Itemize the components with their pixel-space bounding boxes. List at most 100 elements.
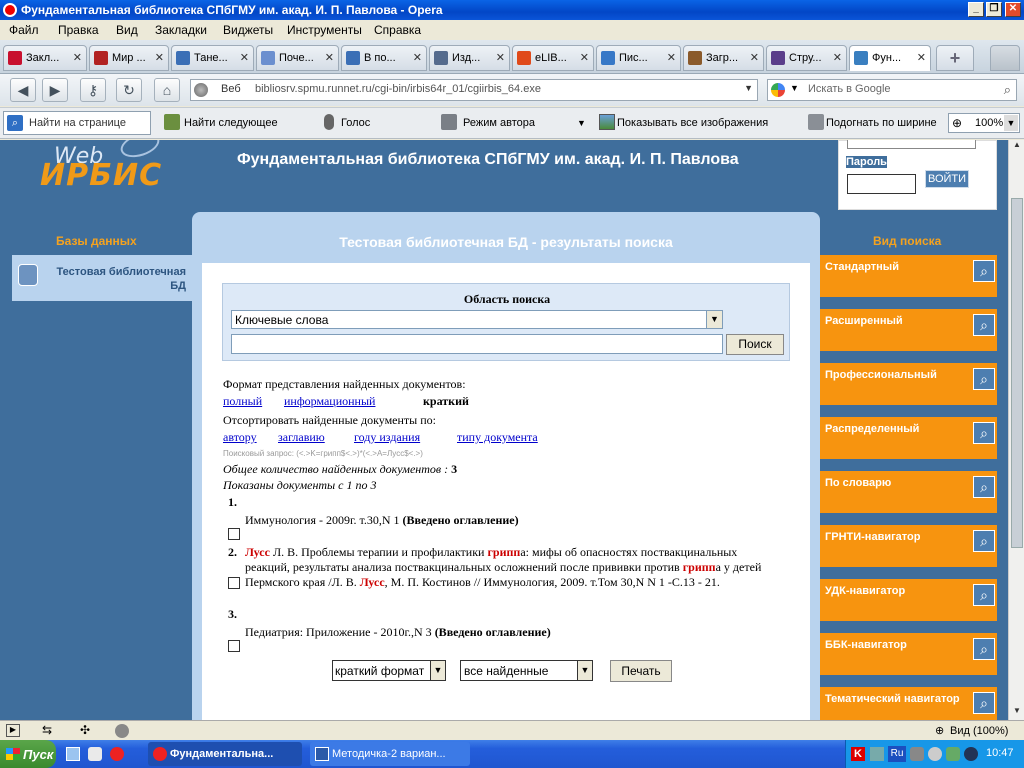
database-item[interactable]: Тестовая библиотечная БД (12, 255, 192, 301)
tab-close-icon[interactable]: ✕ (580, 46, 589, 70)
print-button[interactable]: Печать (610, 660, 672, 682)
tab-close-icon[interactable]: ✕ (667, 46, 676, 70)
panel-toggle-icon[interactable]: ▶ (6, 724, 20, 737)
author-mode-dropdown-icon[interactable]: ▼ (577, 118, 586, 128)
menu-view[interactable]: Вид (116, 23, 138, 37)
tab-close-icon[interactable]: ✕ (240, 46, 249, 70)
turbo-icon[interactable] (115, 724, 129, 738)
search-icon[interactable]: ⌕ (1004, 82, 1011, 98)
print-format-select[interactable]: краткий формат ▼ (332, 660, 446, 681)
back-button[interactable]: ◀ (10, 78, 36, 102)
tab-close-icon[interactable]: ✕ (325, 46, 334, 70)
menu-edit[interactable]: Правка (58, 23, 99, 37)
tab-2[interactable]: Мир ... ✕ (89, 45, 169, 71)
sort-author-link[interactable]: автору (223, 430, 257, 445)
restore-button[interactable]: ❐ (986, 2, 1002, 17)
start-button[interactable]: Пуск (0, 740, 56, 768)
tab-5[interactable]: В по... ✕ (341, 45, 427, 71)
tray-icon[interactable] (964, 747, 978, 761)
search-button[interactable]: Поиск (726, 334, 784, 355)
kaspersky-icon[interactable]: K (851, 747, 865, 761)
tab-9[interactable]: Загр... ✕ (683, 45, 764, 71)
closed-tabs-trash-icon[interactable] (990, 45, 1020, 71)
search-type-4[interactable]: Распределенный ⌕ (820, 417, 997, 459)
reload-button[interactable]: ↻ (116, 78, 142, 102)
search-type-1[interactable]: Стандартный ⌕ (820, 255, 997, 297)
search-query-input[interactable] (231, 334, 723, 354)
wand-button[interactable]: ⚷ (80, 78, 106, 102)
format-full-link[interactable]: полный (223, 394, 262, 409)
fit-width-button[interactable]: Подогнать по ширине (826, 117, 937, 129)
tab-11[interactable]: Фун... ✕ (849, 45, 931, 71)
tray-icon[interactable] (928, 747, 942, 761)
print-scope-dropdown-icon[interactable]: ▼ (577, 661, 592, 680)
tab-8[interactable]: Пис... ✕ (596, 45, 681, 71)
tab-close-icon[interactable]: ✕ (155, 46, 164, 70)
unite-icon[interactable]: ✣ (80, 723, 90, 737)
scroll-down-icon[interactable]: ▼ (1010, 706, 1024, 720)
zoom-dropdown-icon[interactable]: ▼ (1004, 115, 1018, 131)
voice-button[interactable]: Голос (341, 117, 370, 129)
format-info-link[interactable]: информационный (284, 394, 375, 409)
magnifier-icon[interactable]: ⌕ (973, 584, 995, 606)
tab-3[interactable]: Тане... ✕ (171, 45, 254, 71)
search-field-select[interactable]: Ключевые слова ▼ (231, 310, 723, 329)
tab-close-icon[interactable]: ✕ (917, 46, 926, 70)
login-field[interactable] (847, 140, 976, 149)
menu-help[interactable]: Справка (374, 23, 421, 37)
vertical-scrollbar[interactable]: ▲ ▼ (1008, 140, 1024, 720)
find-on-page-field[interactable]: ⌕ Найти на странице (3, 111, 151, 135)
search-type-8[interactable]: ББК-навигатор ⌕ (820, 633, 997, 675)
network-icon[interactable] (870, 747, 884, 761)
menu-widgets[interactable]: Виджеты (223, 23, 273, 37)
login-button[interactable]: ВОЙТИ (925, 170, 969, 188)
print-scope-select[interactable]: все найденные ▼ (460, 660, 593, 681)
address-dropdown-icon[interactable]: ▼ (744, 83, 753, 93)
taskbar-item-word[interactable]: Методичка-2 вариан... (310, 742, 470, 766)
window-title-bar[interactable]: Фундаментальная библиотека СПбГМУ им. ак… (0, 0, 1024, 20)
quicklaunch-opera-icon[interactable] (110, 747, 124, 761)
new-tab-button[interactable]: + (936, 45, 974, 71)
forward-button[interactable]: ▶ (42, 78, 68, 102)
doc-1-checkbox[interactable] (228, 528, 240, 540)
tab-close-icon[interactable]: ✕ (413, 46, 422, 70)
menu-file[interactable]: Файл (9, 23, 39, 37)
magnifier-icon[interactable]: ⌕ (973, 368, 995, 390)
menu-tools[interactable]: Инструменты (287, 23, 362, 37)
magnifier-icon[interactable]: ⌕ (973, 422, 995, 444)
doc-3-checkbox[interactable] (228, 640, 240, 652)
search-field-dropdown-icon[interactable]: ▼ (706, 311, 722, 328)
magnifier-icon[interactable]: ⌕ (973, 260, 995, 282)
search-type-9[interactable]: Тематический навигатор ⌕ (820, 687, 997, 720)
zoom-select[interactable]: ⊕ 100% ▼ (948, 113, 1020, 133)
search-field[interactable]: ▼ Искать в Google ⌕ (767, 79, 1017, 101)
print-format-dropdown-icon[interactable]: ▼ (430, 661, 445, 680)
magnifier-icon[interactable]: ⌕ (973, 692, 995, 714)
tab-6[interactable]: Изд... ✕ (429, 45, 510, 71)
password-field[interactable] (847, 174, 916, 194)
search-type-5[interactable]: По словарю ⌕ (820, 471, 997, 513)
search-type-6[interactable]: ГРНТИ-навигатор ⌕ (820, 525, 997, 567)
status-zoom[interactable]: Вид (100%) (950, 725, 1008, 737)
search-type-2[interactable]: Расширенный ⌕ (820, 309, 997, 351)
quicklaunch-desktop-icon[interactable] (66, 747, 80, 761)
sort-title-link[interactable]: заглавию (278, 430, 325, 445)
search-type-3[interactable]: Профессиональный ⌕ (820, 363, 997, 405)
scroll-up-icon[interactable]: ▲ (1010, 140, 1024, 154)
sort-year-link[interactable]: году издания (354, 430, 420, 445)
home-button[interactable]: ⌂ (154, 78, 180, 102)
sync-icon[interactable]: ⇆ (42, 723, 52, 737)
tab-10[interactable]: Стру... ✕ (766, 45, 847, 71)
search-type-7[interactable]: УДК-навигатор ⌕ (820, 579, 997, 621)
find-next-button[interactable]: Найти следующее (184, 117, 278, 129)
tab-4[interactable]: Поче... ✕ (256, 45, 339, 71)
menu-bookmarks[interactable]: Закладки (155, 23, 207, 37)
tab-7[interactable]: eLIB... ✕ (512, 45, 594, 71)
tray-icon[interactable] (910, 747, 924, 761)
doc-2-checkbox[interactable] (228, 577, 240, 589)
tab-close-icon[interactable]: ✕ (833, 46, 842, 70)
quicklaunch-explorer-icon[interactable] (88, 747, 102, 761)
tab-close-icon[interactable]: ✕ (496, 46, 505, 70)
magnifier-icon[interactable]: ⌕ (973, 476, 995, 498)
magnifier-icon[interactable]: ⌕ (973, 638, 995, 660)
